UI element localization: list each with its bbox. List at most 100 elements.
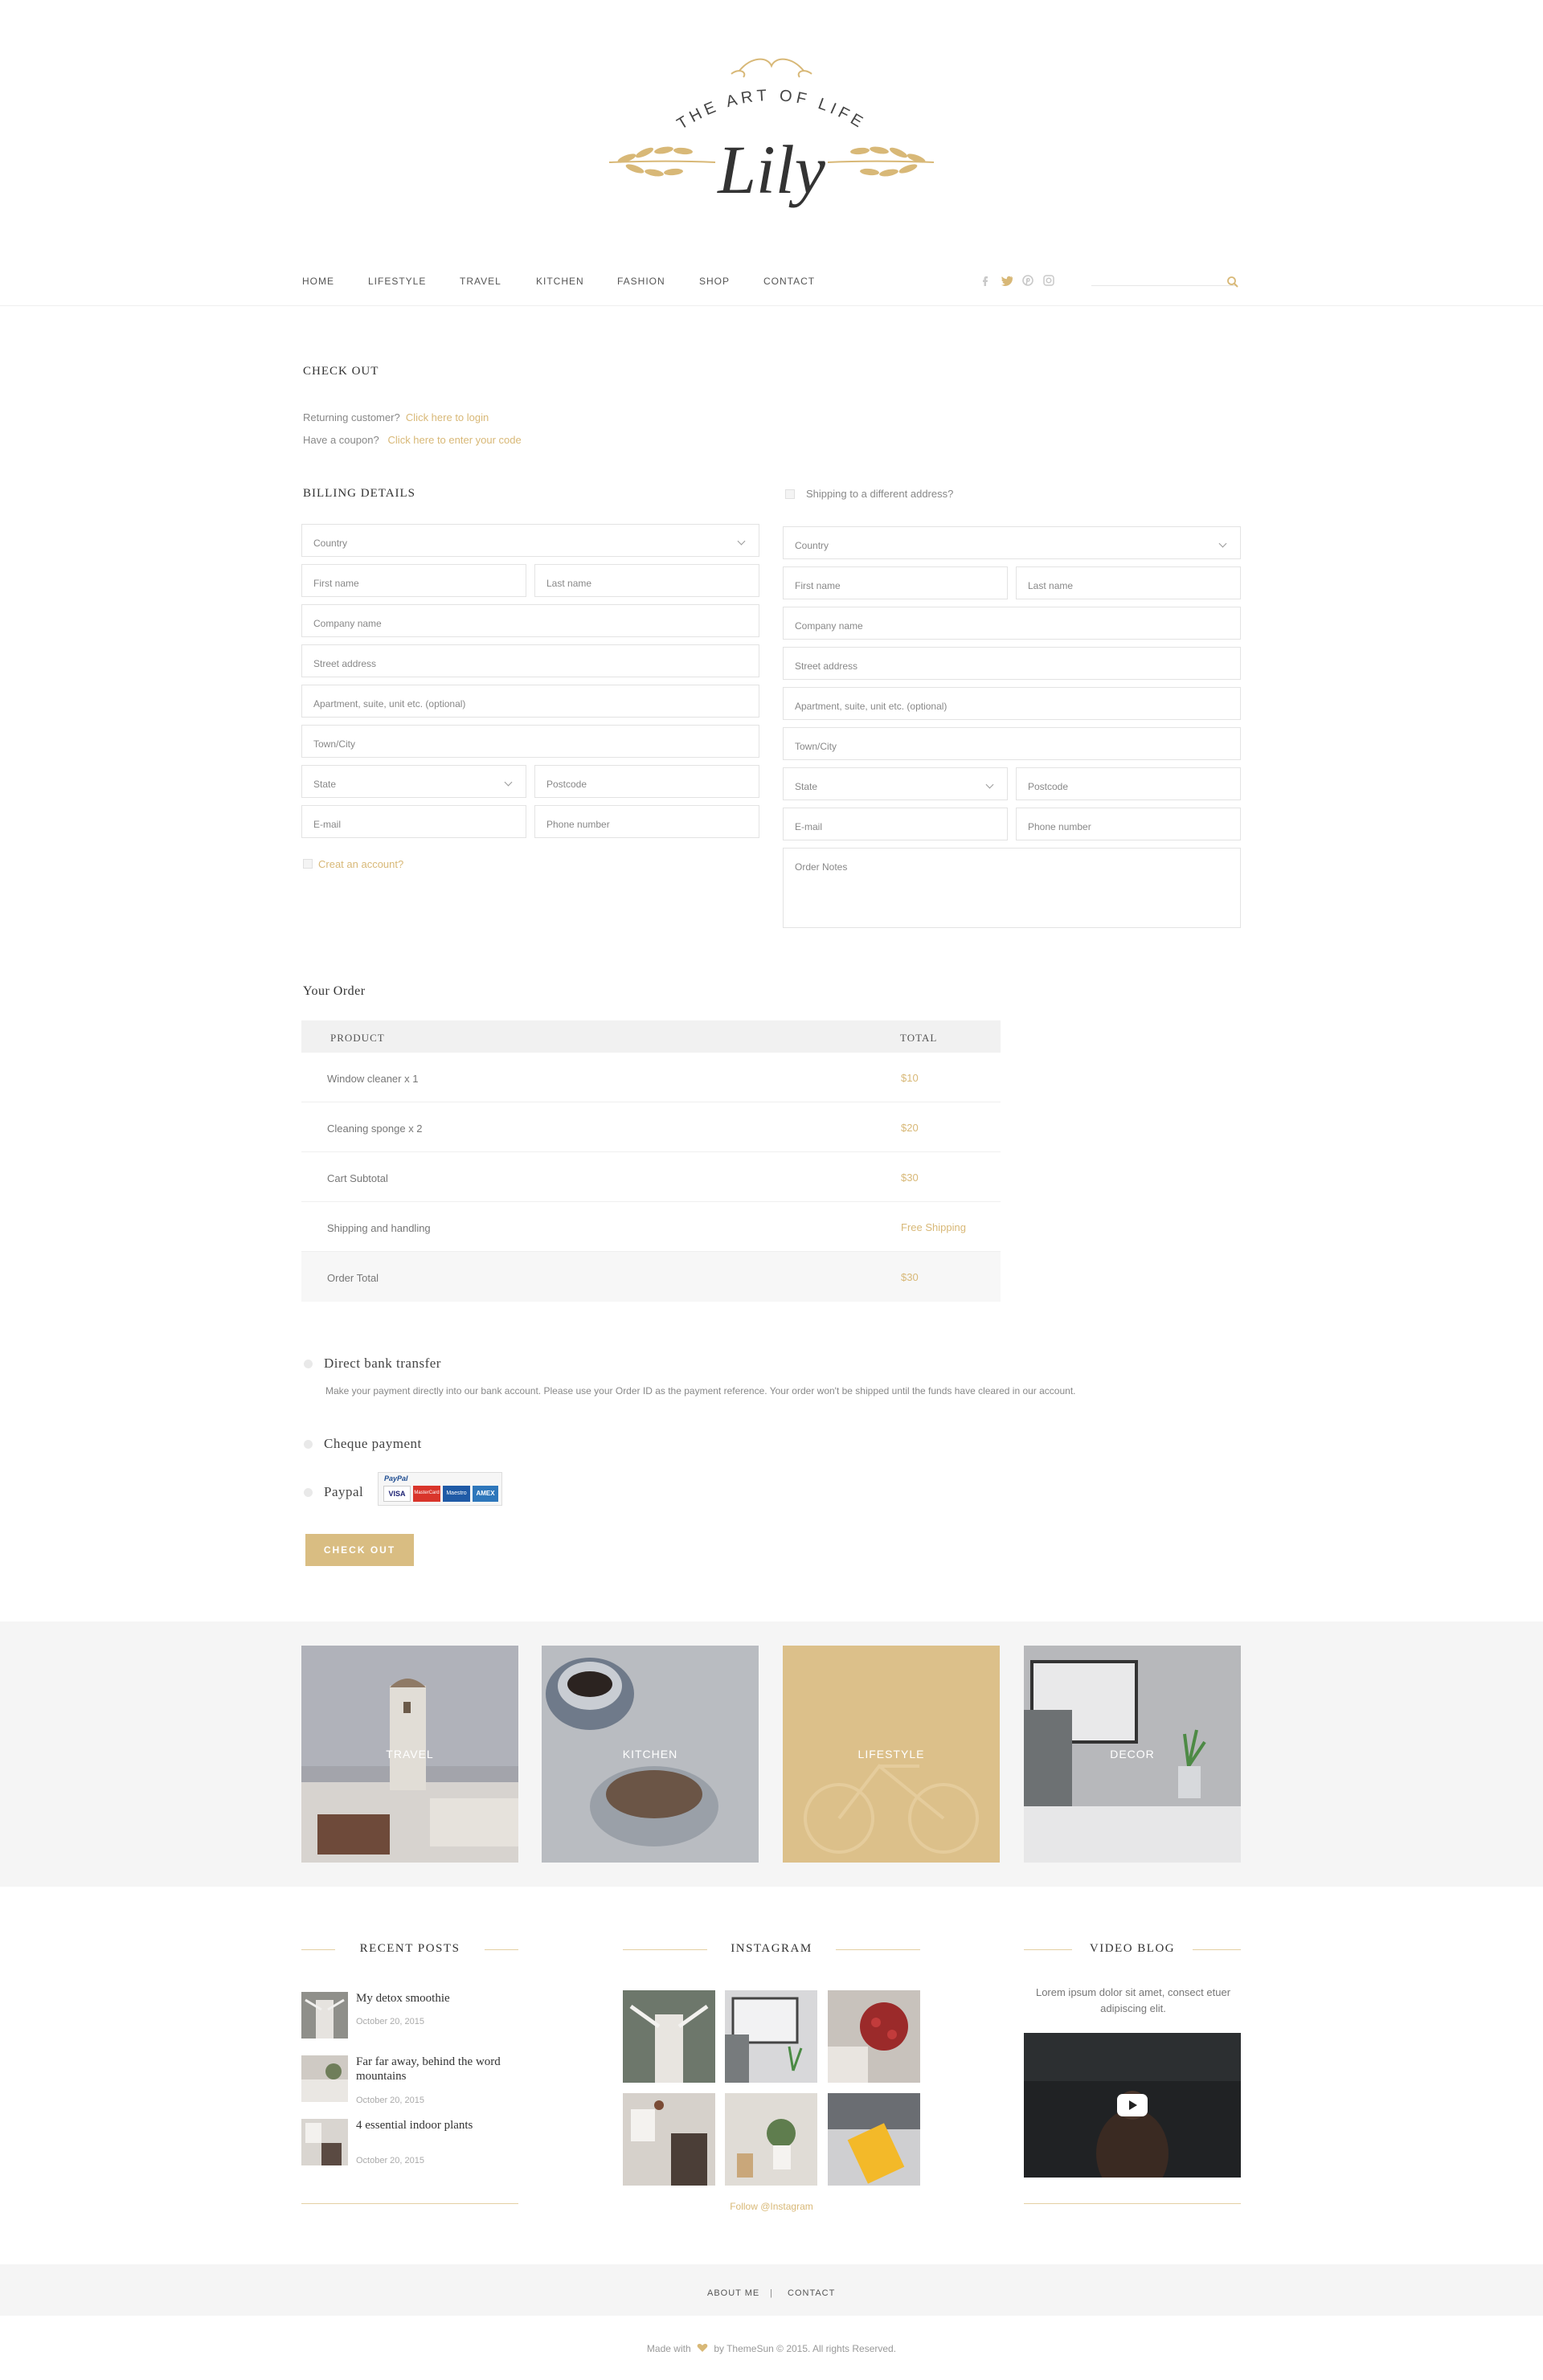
checkout-button[interactable]: CHECK OUT	[305, 1534, 414, 1566]
instagram-title: INSTAGRAM	[731, 1942, 812, 1955]
heart-icon	[697, 2344, 708, 2352]
shipping-state-select[interactable]: State	[783, 767, 1008, 800]
coupon-text: Have a coupon? Click here to enter your …	[303, 434, 522, 446]
create-account-label[interactable]: Creat an account?	[318, 858, 403, 870]
search-icon[interactable]	[1226, 275, 1240, 289]
logo-name: Lily	[716, 131, 826, 208]
coupon-link[interactable]: Click here to enter your code	[388, 434, 522, 446]
pinterest-icon[interactable]	[1021, 273, 1035, 288]
instagram-photo[interactable]	[828, 2093, 920, 2186]
returning-customer-text: Returning customer? Click here to login	[303, 411, 489, 423]
category-travel[interactable]: TRAVEL	[301, 1646, 518, 1863]
shipping-postcode[interactable]: Postcode	[1016, 767, 1241, 800]
billing-first-name[interactable]: First name	[301, 564, 526, 597]
bank-transfer-radio[interactable]	[304, 1360, 313, 1368]
post-title[interactable]: Far far away, behind the word mountains	[356, 2055, 517, 2084]
nav-lifestyle[interactable]: LIFESTYLE	[368, 276, 426, 287]
login-link[interactable]: Click here to login	[406, 411, 489, 423]
table-row: Window cleaner x 1 $10	[301, 1053, 1001, 1102]
billing-town[interactable]: Town/City	[301, 725, 759, 758]
billing-email[interactable]: E-mail	[301, 805, 526, 838]
bank-transfer-label[interactable]: Direct bank transfer	[324, 1356, 441, 1372]
paypal-label[interactable]: Paypal	[324, 1484, 363, 1500]
shipping-country-select[interactable]: Country	[783, 526, 1241, 559]
paypal-radio[interactable]	[304, 1488, 313, 1497]
follow-instagram-link[interactable]: Follow @Instagram	[623, 2201, 920, 2212]
footer-about-link[interactable]: ABOUT ME	[707, 2288, 759, 2298]
billing-state-select[interactable]: State	[301, 765, 526, 798]
widget-divider	[1193, 1949, 1241, 1950]
post-image	[301, 2055, 348, 2102]
instagram-icon[interactable]	[1042, 273, 1056, 288]
instagram-photo[interactable]	[725, 1990, 817, 2083]
twitter-icon[interactable]	[1000, 273, 1014, 288]
billing-company[interactable]: Company name	[301, 604, 759, 637]
nav-fashion[interactable]: FASHION	[617, 276, 665, 287]
cheque-label[interactable]: Cheque payment	[324, 1436, 422, 1452]
post-thumbnail[interactable]	[301, 2119, 348, 2165]
shipping-first-name[interactable]: First name	[783, 566, 1008, 599]
row-product: Shipping and handling	[327, 1222, 431, 1234]
recent-posts-title: RECENT POSTS	[359, 1942, 460, 1955]
widget-divider	[1024, 2203, 1241, 2204]
widget-divider	[623, 1949, 707, 1950]
category-lifestyle[interactable]: LIFESTYLE	[783, 1646, 1000, 1863]
shipping-town[interactable]: Town/City	[783, 727, 1241, 760]
post-date: October 20, 2015	[356, 2096, 425, 2105]
billing-postcode[interactable]: Postcode	[534, 765, 759, 798]
shipping-last-name[interactable]: Last name	[1016, 566, 1241, 599]
create-account-checkbox[interactable]	[303, 859, 313, 869]
nav-travel[interactable]: TRAVEL	[460, 276, 501, 287]
site-logo[interactable]: THE ART OF LIFE Lily	[595, 48, 948, 221]
facebook-icon[interactable]	[978, 273, 993, 288]
shipping-phone[interactable]: Phone number	[1016, 808, 1241, 840]
bank-transfer-description: Make your payment directly into our bank…	[325, 1385, 1076, 1397]
ship-different-label[interactable]: Shipping to a different address?	[806, 488, 953, 500]
category-decor[interactable]: DECOR	[1024, 1646, 1241, 1863]
instagram-photo[interactable]	[725, 2093, 817, 2186]
shipping-apartment[interactable]: Apartment, suite, unit etc. (optional)	[783, 687, 1241, 720]
post-date: October 20, 2015	[356, 2156, 425, 2165]
nav-contact[interactable]: CONTACT	[763, 276, 815, 287]
page-title: CHECK OUT	[303, 365, 379, 378]
instagram-photo[interactable]	[623, 2093, 715, 2186]
billing-street[interactable]: Street address	[301, 644, 759, 677]
shipping-email[interactable]: E-mail	[783, 808, 1008, 840]
ship-different-checkbox[interactable]	[785, 489, 795, 499]
category-kitchen[interactable]: KITCHEN	[542, 1646, 759, 1863]
order-notes-textarea[interactable]: Order Notes	[783, 848, 1241, 928]
paypal-cards-badge: PayPal VISA MasterCard Maestro AMEX	[378, 1472, 502, 1506]
amex-card-icon: AMEX	[473, 1486, 498, 1502]
post-title[interactable]: 4 essential indoor plants	[356, 2118, 517, 2133]
post-thumbnail[interactable]	[301, 2055, 348, 2102]
billing-country-select[interactable]: Country	[301, 524, 759, 557]
billing-title: BILLING DETAILS	[303, 487, 416, 500]
post-image	[301, 2119, 348, 2165]
nav-shop[interactable]: SHOP	[699, 276, 730, 287]
play-icon[interactable]	[1117, 2094, 1148, 2116]
made-with-text: Made with	[646, 2343, 691, 2354]
billing-last-name[interactable]: Last name	[534, 564, 759, 597]
category-label: TRAVEL	[386, 1748, 434, 1760]
billing-apartment[interactable]: Apartment, suite, unit etc. (optional)	[301, 685, 759, 718]
footer-separator: |	[770, 2288, 773, 2298]
nav-home[interactable]: HOME	[302, 276, 334, 287]
nav-kitchen[interactable]: KITCHEN	[536, 276, 584, 287]
cheque-radio[interactable]	[304, 1440, 313, 1449]
instagram-photo[interactable]	[828, 1990, 920, 2083]
shipping-company[interactable]: Company name	[783, 607, 1241, 640]
footer-contact-link[interactable]: CONTACT	[788, 2288, 835, 2298]
shipping-street[interactable]: Street address	[783, 647, 1241, 680]
post-thumbnail[interactable]	[301, 1992, 348, 2039]
table-row-total: Order Total $30	[301, 1252, 1001, 1302]
table-row: Cart Subtotal $30	[301, 1152, 1001, 1202]
search-input[interactable]	[1091, 276, 1236, 286]
post-title[interactable]: My detox smoothie	[356, 1991, 517, 2006]
video-player[interactable]	[1024, 2033, 1241, 2178]
widget-divider	[1024, 1949, 1072, 1950]
billing-phone[interactable]: Phone number	[534, 805, 759, 838]
credit-text: by ThemeSun © 2015. All rights Reserved.	[714, 2343, 897, 2354]
widget-divider	[301, 1949, 335, 1950]
instagram-image	[828, 2093, 920, 2186]
instagram-photo[interactable]	[623, 1990, 715, 2083]
